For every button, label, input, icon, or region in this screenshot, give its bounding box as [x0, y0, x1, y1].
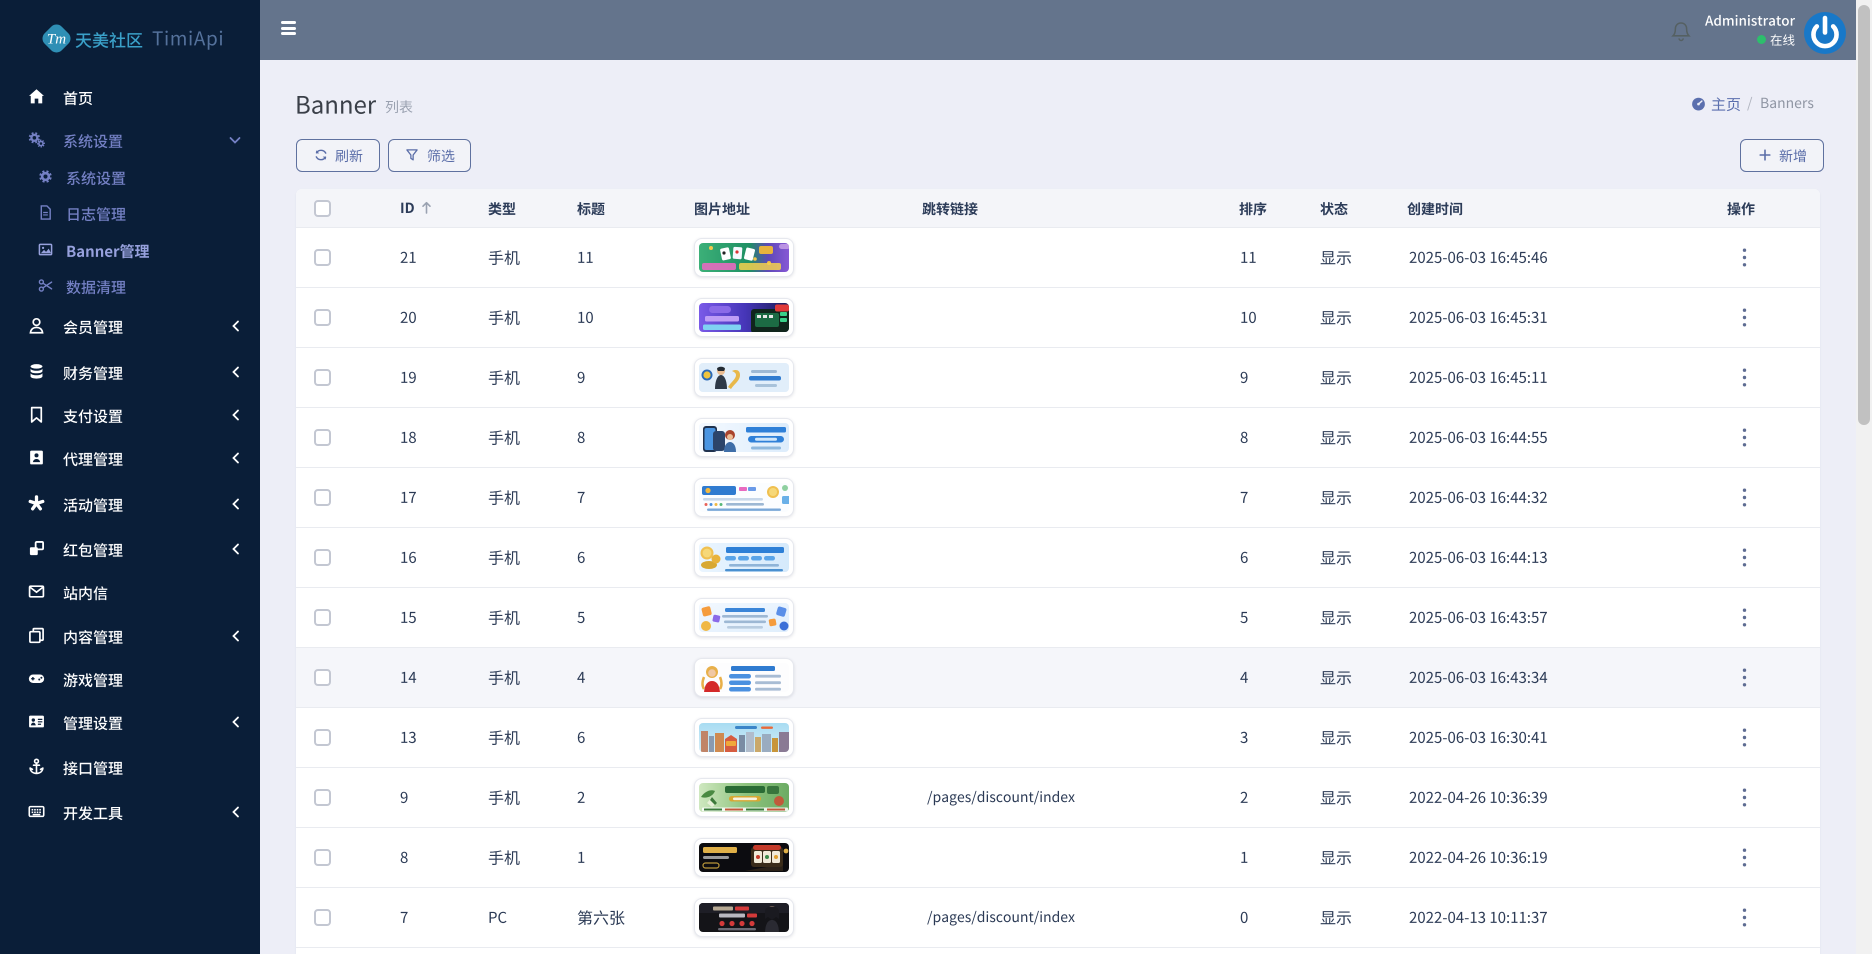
svg-text:Tm: Tm — [47, 32, 66, 48]
